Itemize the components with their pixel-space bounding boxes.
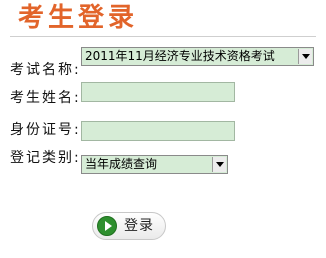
title-divider xyxy=(10,36,316,37)
registration-type-label: 登记类别: xyxy=(10,150,81,166)
exam-name-select-value: 2011年11月经济专业技术资格考试 xyxy=(85,49,275,63)
id-number-input[interactable] xyxy=(81,121,235,141)
play-arrow-icon xyxy=(97,216,117,236)
exam-name-select[interactable]: 2011年11月经济专业技术资格考试 xyxy=(81,47,314,66)
candidate-name-input[interactable] xyxy=(81,82,235,102)
exam-name-label: 考试名称: xyxy=(10,62,81,78)
id-number-label: 身份证号: xyxy=(10,122,81,138)
registration-type-select-value: 当年成绩查询 xyxy=(85,157,158,171)
login-button[interactable]: 登录 xyxy=(92,212,166,240)
login-button-label: 登录 xyxy=(124,218,154,234)
chevron-down-icon[interactable] xyxy=(212,157,226,172)
page-title: 考生登录 xyxy=(18,3,139,33)
candidate-name-label: 考生姓名: xyxy=(10,90,81,106)
chevron-down-icon[interactable] xyxy=(298,49,312,64)
registration-type-select[interactable]: 当年成绩查询 xyxy=(81,155,228,174)
